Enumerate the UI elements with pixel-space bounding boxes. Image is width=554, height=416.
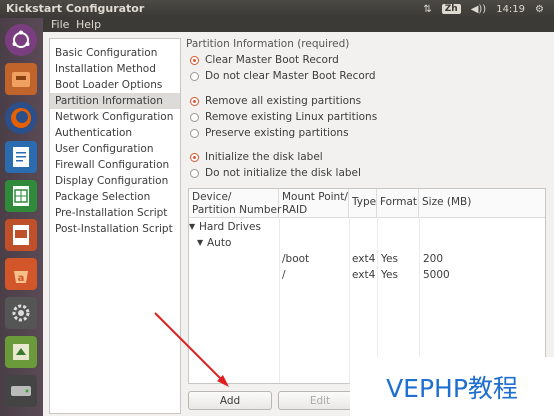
annotation-arrow: [154, 312, 229, 387]
watermark: VEPHP教程: [350, 357, 554, 416]
